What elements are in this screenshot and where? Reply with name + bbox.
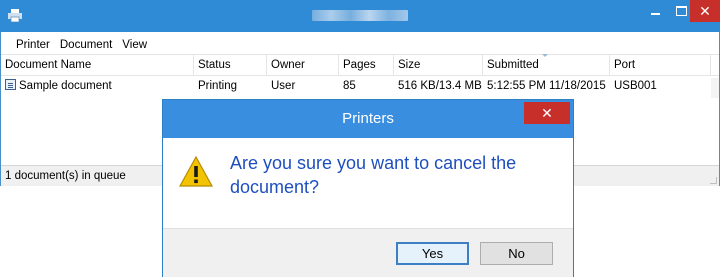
warning-icon [179,156,213,187]
no-button[interactable]: No [480,242,553,265]
column-owner[interactable]: Owner [267,55,339,75]
table-row[interactable]: Sample document Printing User 85 516 KB/… [1,77,719,95]
column-header-row: Document Name Status Owner Pages Size Su… [1,55,719,98]
column-submitted[interactable]: Submitted [483,55,610,75]
column-status[interactable]: Status [194,55,267,75]
column-pages[interactable]: Pages [339,55,394,75]
confirm-dialog: Printers ✕ Are you sure you want to canc… [162,99,574,277]
menu-view[interactable]: View [120,36,155,54]
cell-size: 516 KB/13.4 MB [398,80,482,92]
cell-pages: 85 [343,80,356,92]
window-titlebar[interactable]: ✕ [0,0,720,32]
dialog-message: Are you sure you want to cancel the docu… [230,153,517,197]
yes-button[interactable]: Yes [396,242,469,265]
column-document-name[interactable]: Document Name [1,55,194,75]
cell-submitted: 5:12:55 PM 11/18/2015 [487,80,606,92]
menu-printer[interactable]: Printer [1,36,58,54]
menu-bar: Printer Document View [1,36,719,55]
sort-indicator-icon [542,54,548,57]
cell-owner: User [271,80,296,92]
menu-document[interactable]: Document [58,36,120,54]
dialog-titlebar[interactable]: Printers ✕ [163,100,573,138]
queue-count-text: 1 document(s) in queue [5,170,126,182]
dialog-button-bar: Yes No [163,228,573,277]
dialog-body: Are you sure you want to cancel the docu… [163,138,573,228]
column-port[interactable]: Port [610,55,711,75]
document-icon [5,79,16,91]
dialog-close-button[interactable]: ✕ [524,102,570,124]
cell-port: USB001 [614,80,657,92]
close-button[interactable]: ✕ [690,0,720,22]
window-title-redacted [312,10,408,21]
cell-status: Printing [198,80,237,92]
document-name-text: Sample document [19,80,112,92]
printer-icon [8,9,22,22]
minimize-button[interactable] [642,0,668,22]
cell-document-name: Sample document [1,77,194,95]
column-size[interactable]: Size [394,55,483,75]
dialog-title: Printers [342,110,394,127]
resize-grip[interactable] [710,177,717,184]
